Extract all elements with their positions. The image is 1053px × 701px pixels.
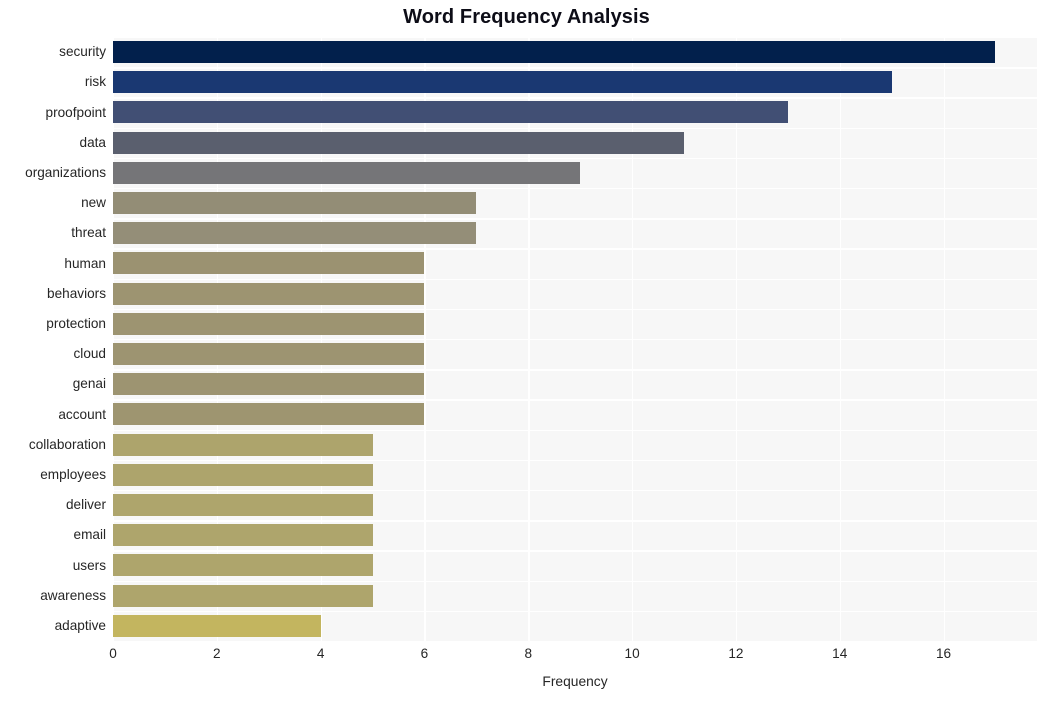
- bar[interactable]: [113, 312, 425, 335]
- bar[interactable]: [113, 252, 425, 275]
- bar-row[interactable]: [113, 339, 425, 369]
- y-axis-tick-label: adaptive: [54, 617, 106, 633]
- bar[interactable]: [113, 41, 996, 64]
- y-axis-tick-label: users: [72, 557, 106, 573]
- y-axis-tick-label: proofpoint: [45, 104, 106, 120]
- y-axis-tick-label: email: [73, 527, 106, 543]
- y-axis-tick-label: risk: [84, 74, 106, 90]
- x-axis-tick-label: 10: [624, 646, 640, 661]
- bar-row[interactable]: [113, 67, 892, 97]
- x-axis-tick-labels: 0 2 4 6 8 10 12 14 16: [0, 645, 1053, 667]
- y-axis-tick-label: genai: [72, 376, 106, 392]
- bar[interactable]: [113, 71, 892, 94]
- y-axis-tick-label: new: [81, 195, 106, 211]
- bar-row[interactable]: [113, 490, 373, 520]
- bar[interactable]: [113, 463, 373, 486]
- y-axis-tick-label: deliver: [65, 497, 106, 513]
- x-axis-tick-label: 2: [213, 646, 221, 661]
- bar-row[interactable]: [113, 460, 373, 490]
- y-axis-tick-label: protection: [46, 315, 106, 331]
- bar-row[interactable]: [113, 520, 373, 550]
- bar-row[interactable]: [113, 611, 321, 641]
- x-axis-tick-label: 8: [524, 646, 533, 661]
- x-axis-tick-label: 6: [420, 646, 429, 661]
- y-axis-tick-label: data: [79, 134, 106, 150]
- bar[interactable]: [113, 192, 477, 215]
- bar-row[interactable]: [113, 97, 788, 127]
- bar[interactable]: [113, 222, 477, 245]
- bar-row[interactable]: [113, 279, 425, 309]
- x-axis-tick-label: 0: [109, 646, 117, 661]
- bar[interactable]: [113, 584, 373, 607]
- y-axis-tick-label: security: [59, 44, 106, 60]
- bar-row[interactable]: [113, 218, 477, 248]
- y-axis-tick-label: human: [64, 255, 106, 271]
- horizontal-gridline: [113, 641, 1037, 643]
- y-axis-tick-label: collaboration: [28, 436, 106, 452]
- word-frequency-chart-figure: Word Frequency Analysis security risk proo…: [0, 0, 1053, 701]
- y-axis-tick-label: cloud: [73, 346, 107, 362]
- plot-area: [113, 37, 1037, 643]
- x-axis-tick-label: 12: [728, 646, 744, 661]
- bar[interactable]: [113, 524, 373, 547]
- bar-series: [113, 37, 1037, 641]
- bar[interactable]: [113, 494, 373, 517]
- bar[interactable]: [113, 433, 373, 456]
- bar-row[interactable]: [113, 128, 684, 158]
- bar[interactable]: [113, 101, 788, 124]
- y-axis-tick-label: behaviors: [47, 285, 106, 301]
- bar-row[interactable]: [113, 309, 425, 339]
- bar-row[interactable]: [113, 158, 581, 188]
- chart-title: Word Frequency Analysis: [403, 6, 650, 28]
- y-axis-tick-label: employees: [40, 466, 106, 482]
- bar[interactable]: [113, 131, 684, 154]
- bar-row[interactable]: [113, 369, 425, 399]
- bar[interactable]: [113, 161, 581, 184]
- bar-row[interactable]: [113, 550, 373, 580]
- bar-row[interactable]: [113, 188, 477, 218]
- bar-row[interactable]: [113, 248, 425, 278]
- y-axis-tick-label: awareness: [40, 587, 106, 603]
- x-axis-tick-label: 14: [832, 646, 848, 661]
- bar-row[interactable]: [113, 37, 996, 67]
- bar-row[interactable]: [113, 581, 373, 611]
- x-axis-tick-label: 16: [935, 646, 952, 661]
- bar[interactable]: [113, 614, 321, 637]
- y-axis-tick-label: threat: [71, 225, 106, 241]
- bar-row[interactable]: [113, 430, 373, 460]
- bar[interactable]: [113, 373, 425, 396]
- bar[interactable]: [113, 403, 425, 426]
- x-axis-tick-label: 4: [316, 646, 325, 661]
- bar[interactable]: [113, 282, 425, 305]
- y-axis-tick-label: account: [58, 406, 106, 422]
- y-axis-tick-labels: security risk proofpoint data organizations n…: [0, 37, 106, 641]
- x-axis-title: Frequency: [542, 674, 608, 689]
- y-axis-tick-label: organizations: [25, 164, 106, 180]
- bar[interactable]: [113, 343, 425, 366]
- bar-row[interactable]: [113, 399, 425, 429]
- bar[interactable]: [113, 554, 373, 577]
